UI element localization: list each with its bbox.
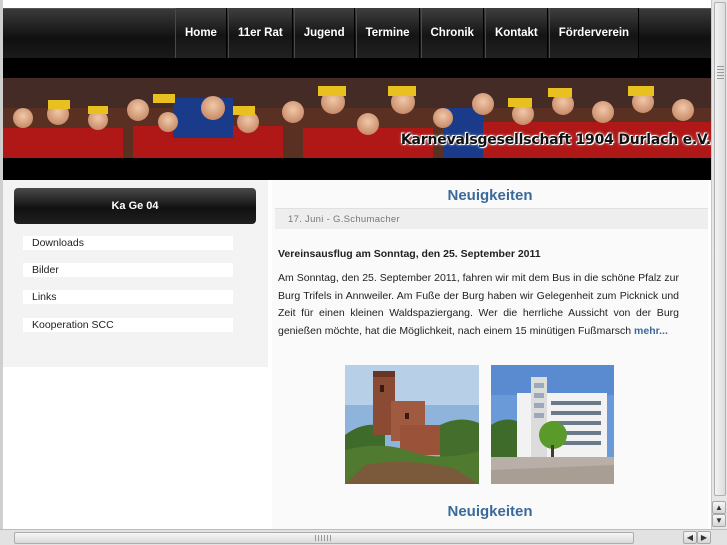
- article-meta: 17. Juni - G.Schumacher: [275, 208, 708, 229]
- news-heading-2: Neuigkeiten: [447, 503, 533, 520]
- sidebar-link-downloads[interactable]: Downloads: [23, 236, 233, 250]
- article-body: Am Sonntag, den 25. September 2011, fahr…: [278, 270, 679, 340]
- sidebar: Ka Ge 04 Downloads Bilder Links Kooperat…: [3, 180, 268, 367]
- horizontal-scroll-thumb[interactable]: [14, 532, 634, 544]
- photo-building[interactable]: [491, 365, 625, 484]
- sidebar-link-kooperation-scc[interactable]: Kooperation SCC: [23, 318, 233, 332]
- article-title: Vereinsausflug am Sonntag, den 25. Septe…: [278, 248, 541, 260]
- sidebar-title-box: Ka Ge 04: [14, 188, 256, 224]
- sidebar-link-links[interactable]: Links: [23, 290, 233, 304]
- banner-title: Karnevalsgesellschaft 1904 Durlach e.V.: [400, 132, 711, 148]
- header-black-band-lower: [3, 158, 711, 180]
- vertical-scrollbar[interactable]: ▲ ▼: [711, 0, 727, 529]
- scroll-down-button[interactable]: ▼: [712, 514, 726, 527]
- header-black-band: [3, 58, 711, 78]
- read-more-link[interactable]: mehr...: [634, 325, 668, 337]
- header-banner-photo: Karnevalsgesellschaft 1904 Durlach e.V.: [3, 78, 711, 158]
- photo-burg-trifels[interactable]: [345, 365, 479, 484]
- nav-jugend[interactable]: Jugend: [293, 8, 355, 58]
- castle-photo-image: [345, 365, 479, 484]
- horizontal-grip-icon: [315, 535, 333, 541]
- nav-11er-rat[interactable]: 11er Rat: [227, 8, 293, 58]
- horizontal-scrollbar[interactable]: ◀ ▶: [0, 529, 727, 545]
- scroll-right-button[interactable]: ▶: [697, 531, 711, 544]
- main-content-area: [272, 180, 708, 529]
- article-text: Am Sonntag, den 25. September 2011, fahr…: [278, 272, 679, 337]
- nav-foerderverein[interactable]: Förderverein: [548, 8, 640, 58]
- vertical-scroll-thumb[interactable]: [714, 2, 726, 496]
- nav-chronik[interactable]: Chronik: [420, 8, 484, 58]
- nav-home[interactable]: Home: [175, 8, 227, 58]
- main-navigation: Home 11er Rat Jugend Termine Chronik Kon…: [175, 8, 640, 58]
- building-photo-image: [491, 365, 614, 484]
- scroll-left-button[interactable]: ◀: [683, 531, 697, 544]
- news-heading: Neuigkeiten: [447, 187, 533, 204]
- nav-kontakt[interactable]: Kontakt: [484, 8, 548, 58]
- sidebar-link-bilder[interactable]: Bilder: [23, 263, 233, 277]
- vertical-grip-icon: [717, 65, 724, 79]
- scroll-up-button[interactable]: ▲: [712, 501, 726, 514]
- nav-termine[interactable]: Termine: [355, 8, 420, 58]
